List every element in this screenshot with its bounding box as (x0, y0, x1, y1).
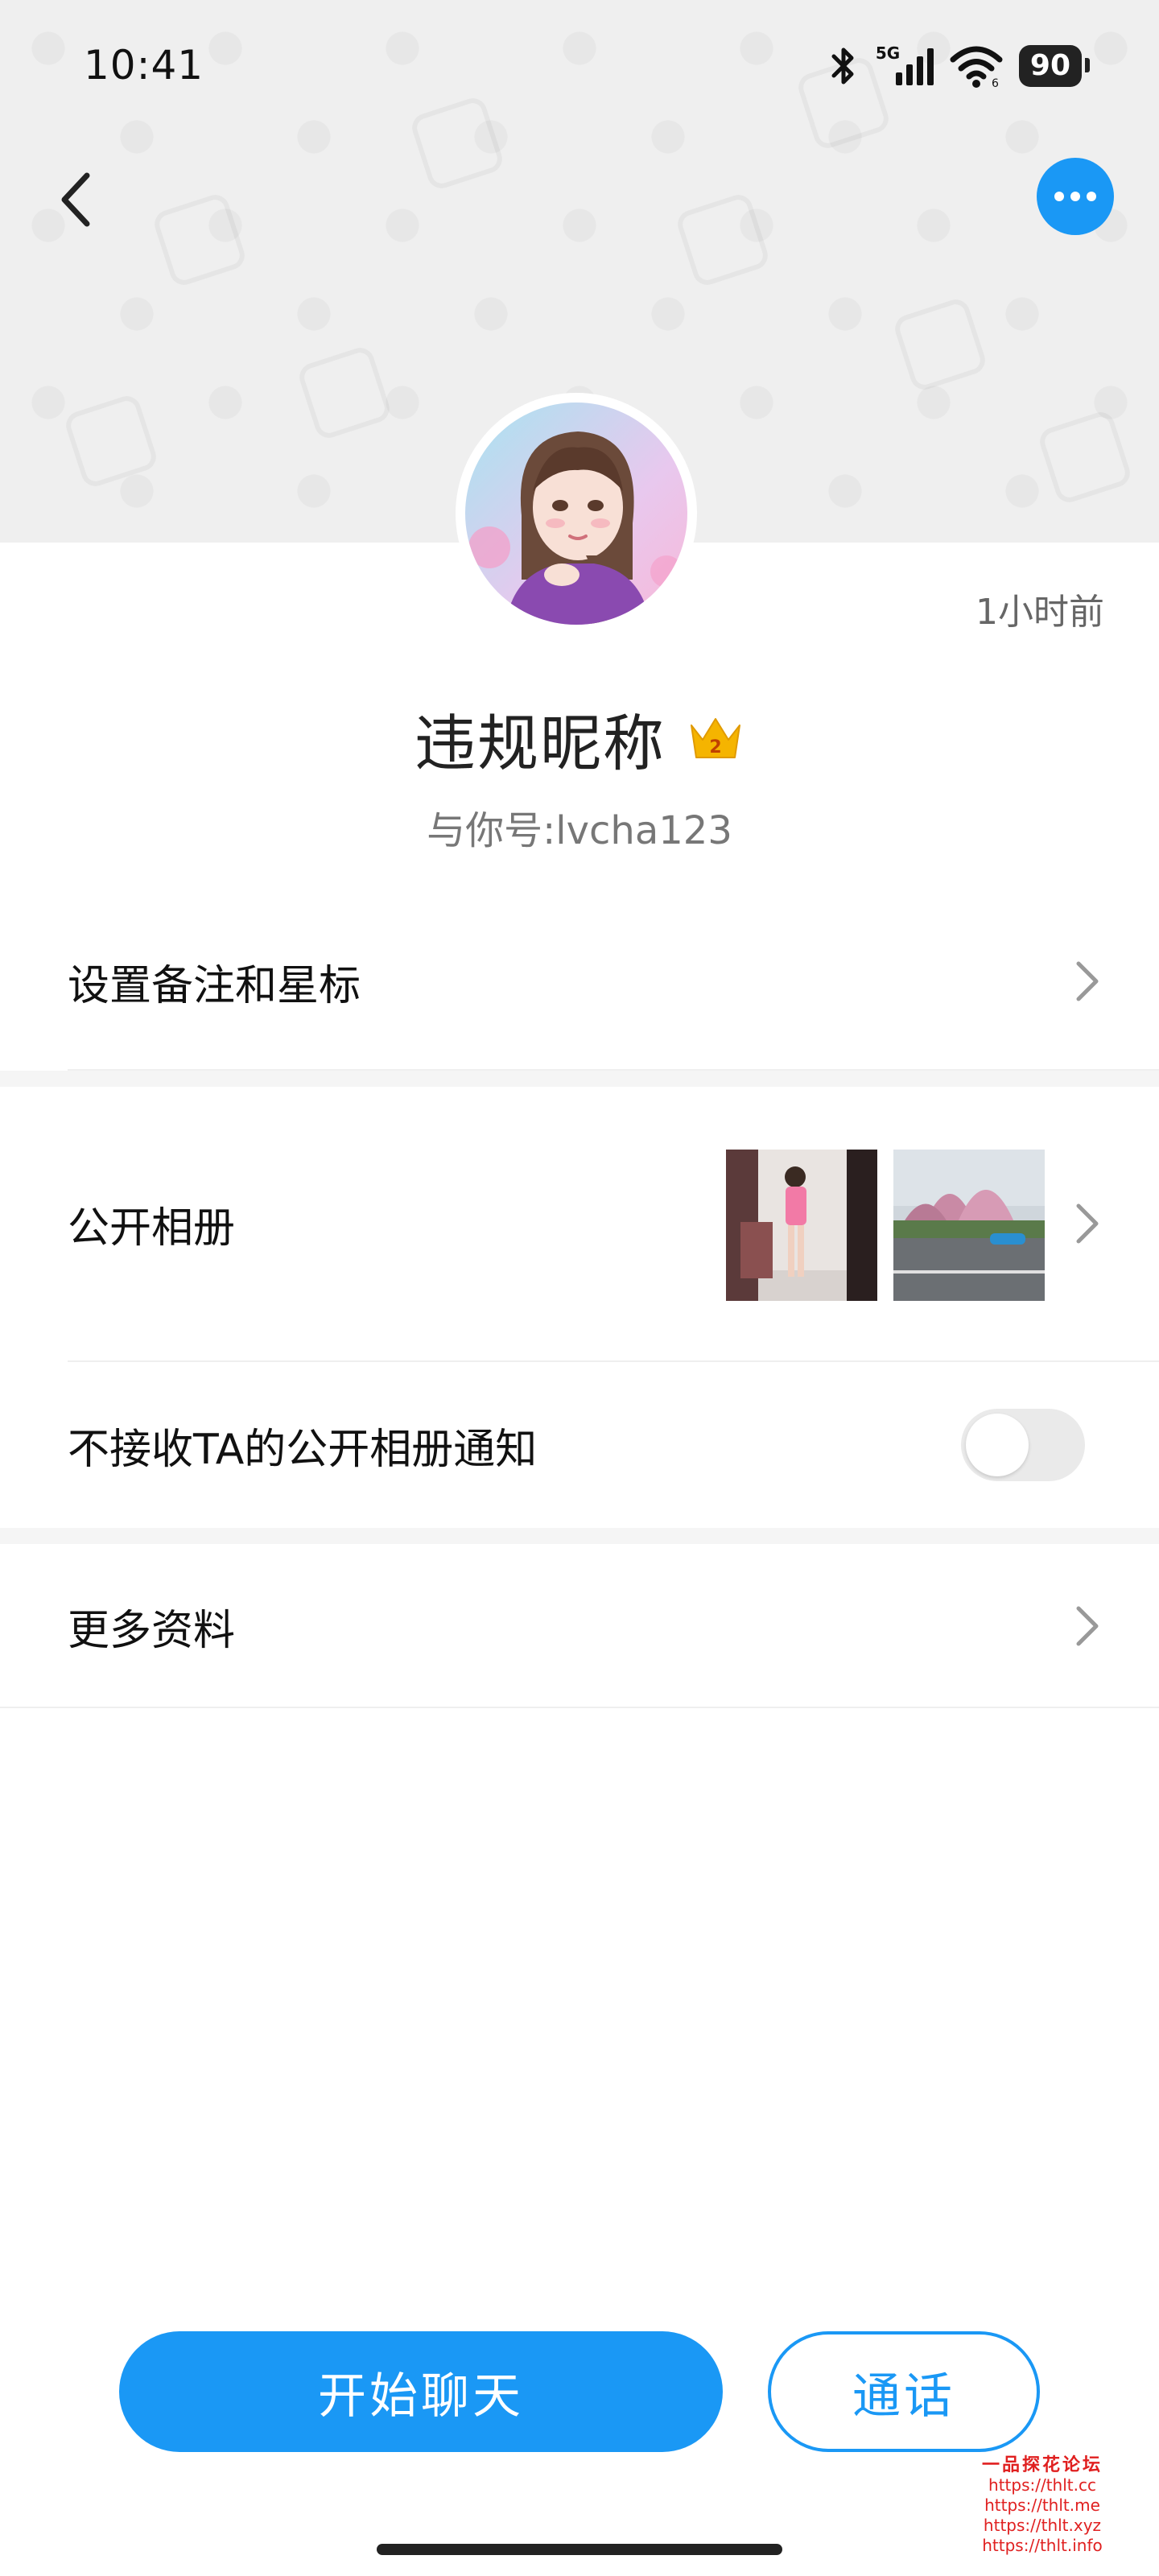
section-gap (0, 1071, 1159, 1087)
more-options-button[interactable] (1037, 158, 1114, 235)
nickname: 违规昵称 (415, 708, 666, 779)
avatar-image (465, 402, 687, 625)
watermark-url: https://thlt.info (982, 2536, 1103, 2555)
chevron-right-icon (1076, 1203, 1099, 1244)
nickname-row: 违规昵称 2 (0, 694, 1159, 782)
start-chat-button[interactable]: 开始聊天 (119, 2331, 723, 2452)
section-gap (0, 1528, 1159, 1544)
profile-page: 10:41 5G 6 90 1小时前 违规昵称 2 与你号:lvcha123 设… (0, 0, 1159, 2576)
toggle-knob (966, 1414, 1029, 1476)
chevron-right-icon (1076, 1606, 1099, 1646)
signal-icon: 5G (876, 43, 934, 89)
call-button[interactable]: 通话 (768, 2331, 1040, 2452)
more-info-row[interactable]: 更多资料 (0, 1544, 1159, 1708)
album-notify-toggle[interactable] (961, 1409, 1085, 1481)
public-album-row[interactable]: 公开相册 (0, 1087, 1159, 1360)
chevron-left-icon (61, 172, 90, 227)
remark-and-star-row[interactable]: 设置备注和星标 (0, 890, 1159, 1072)
album-thumbnail[interactable] (726, 1150, 877, 1301)
watermark-url: https://thlt.xyz (983, 2516, 1102, 2535)
album-notify-row: 不接收TA的公开相册通知 (0, 1362, 1159, 1528)
album-notify-label: 不接收TA的公开相册通知 (68, 1425, 538, 1474)
public-album-label: 公开相册 (68, 1203, 236, 1253)
back-button[interactable] (35, 159, 116, 240)
bluetooth-icon (831, 47, 854, 85)
crown-badge-icon: 2 (691, 718, 740, 758)
account-id: 与你号:lvcha123 (427, 808, 732, 853)
wifi-icon: 6 (950, 46, 1003, 89)
status-time: 10:41 (84, 42, 204, 89)
album-thumbnail[interactable] (893, 1150, 1045, 1301)
album-thumbnails (726, 1150, 1045, 1301)
watermark-url: https://thlt.me (984, 2496, 1100, 2515)
wifi-band: 6 (992, 77, 999, 89)
watermark-title: 一品探花论坛 (981, 2455, 1103, 2475)
avatar[interactable] (456, 393, 697, 634)
remark-label: 设置备注和星标 (68, 961, 361, 1010)
home-indicator[interactable] (377, 2544, 782, 2555)
chevron-right-icon (1076, 961, 1099, 1001)
last-seen-time: 1小时前 (975, 592, 1104, 633)
status-bar: 10:41 5G 6 90 (0, 0, 1159, 133)
badge-level: 2 (709, 737, 721, 758)
battery-icon: 90 (1018, 45, 1091, 87)
watermark-url: https://thlt.cc (988, 2475, 1096, 2495)
more-info-label: 更多资料 (68, 1606, 236, 1655)
more-dots-icon (1054, 192, 1064, 201)
divider (0, 1707, 1159, 1708)
watermark: 一品探花论坛 https://thlt.cc https://thlt.me h… (974, 2455, 1111, 2556)
status-icons: 5G 6 90 (827, 42, 1091, 90)
